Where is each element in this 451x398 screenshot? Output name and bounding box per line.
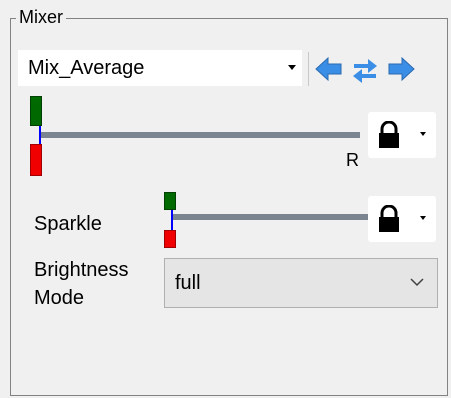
swap-arrows-icon bbox=[353, 59, 377, 83]
slider-end-label: R bbox=[346, 150, 359, 170]
arrow-left-button[interactable] bbox=[314, 54, 344, 84]
slider-red-marker[interactable] bbox=[30, 144, 42, 176]
mix-combo[interactable]: Mix_Average bbox=[18, 50, 302, 86]
slider-track bbox=[40, 132, 360, 138]
lock-icon bbox=[379, 121, 399, 148]
slider-green-marker[interactable] bbox=[164, 192, 176, 210]
sparkle-slider[interactable] bbox=[164, 192, 374, 248]
main-lock-button[interactable] bbox=[368, 112, 436, 158]
toolbar-separator bbox=[308, 52, 309, 86]
slider-value-line bbox=[171, 210, 173, 232]
brightness-mode-value: full bbox=[175, 272, 201, 294]
slider-value-line bbox=[39, 126, 41, 146]
brightness-mode-select[interactable]: full bbox=[164, 258, 438, 308]
sparkle-label: Sparkle bbox=[34, 213, 102, 235]
slider-green-marker[interactable] bbox=[30, 96, 42, 126]
chevron-down-icon bbox=[420, 132, 426, 136]
arrow-right-button[interactable] bbox=[386, 54, 416, 84]
brightness-mode-label-line2: Mode bbox=[34, 287, 85, 309]
main-mix-slider[interactable] bbox=[30, 96, 370, 180]
sparkle-lock-button[interactable] bbox=[368, 196, 436, 242]
swap-button[interactable] bbox=[350, 54, 380, 84]
slider-red-marker[interactable] bbox=[164, 230, 176, 248]
arrow-right-icon bbox=[388, 56, 415, 82]
mixer-group-title: Mixer bbox=[16, 6, 66, 28]
chevron-down-icon bbox=[420, 216, 426, 220]
lock-icon bbox=[379, 205, 399, 232]
slider-track bbox=[172, 214, 372, 220]
mix-combo-value: Mix_Average bbox=[28, 57, 145, 79]
chevron-down-icon[interactable] bbox=[288, 65, 296, 70]
brightness-mode-label-line1: Brightness bbox=[34, 259, 129, 281]
chevron-down-icon bbox=[410, 278, 424, 287]
arrow-left-icon bbox=[315, 56, 342, 82]
